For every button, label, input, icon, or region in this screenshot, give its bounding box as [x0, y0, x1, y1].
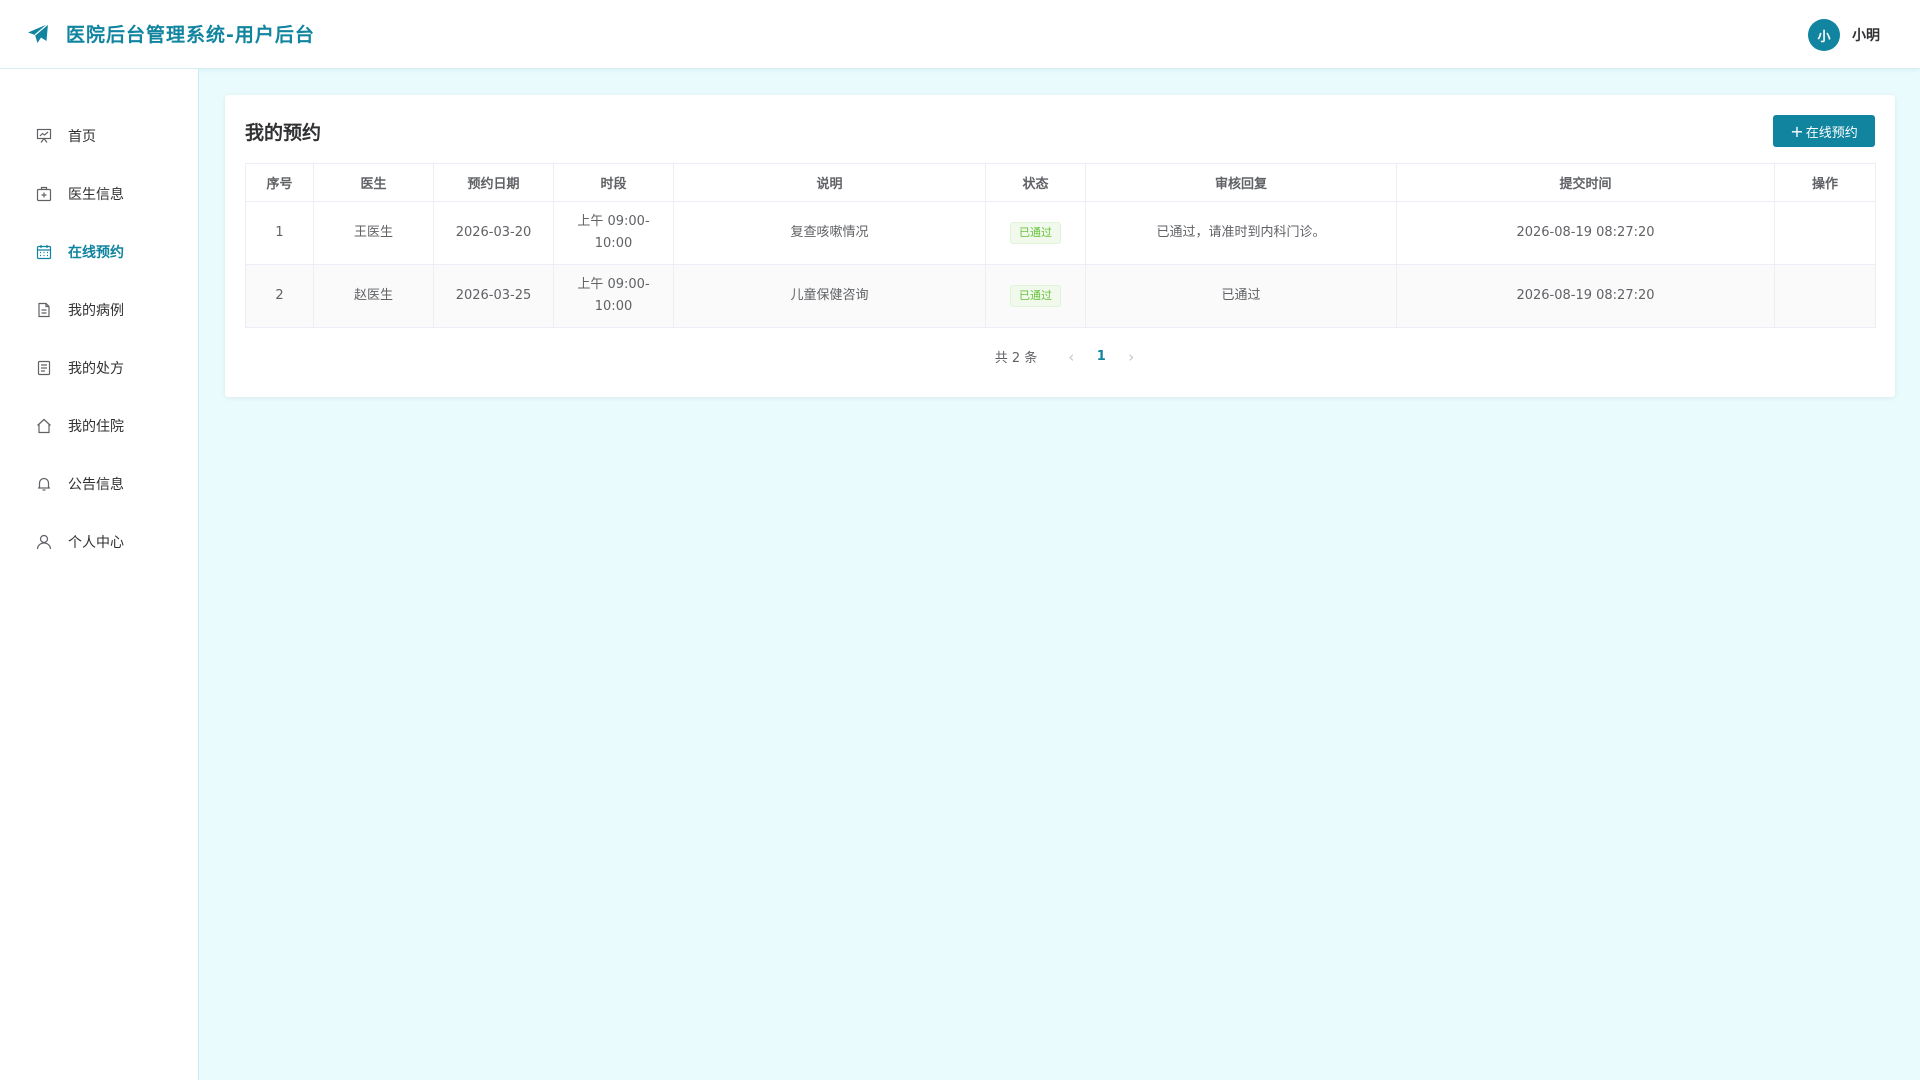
cell-actions: [1774, 201, 1876, 265]
cell-submitted: 2026-08-19 08:27:20: [1396, 201, 1775, 265]
sidebar-item-label: 首页: [68, 129, 96, 145]
sidebar: 首页 医生信息 在线预约 我的病例 我的处方 我的住院 公告信息 个人中心: [0, 69, 199, 1080]
sidebar-item-label: 我的住院: [68, 419, 124, 435]
house-icon: [35, 417, 53, 435]
sidebar-item-appointment[interactable]: 在线预约: [0, 232, 198, 272]
app-title: 医院后台管理系统-用户后台: [66, 24, 315, 46]
document-icon: [35, 301, 53, 319]
cell-index: 1: [245, 201, 314, 265]
column-header: 说明: [673, 163, 986, 202]
cell-reply: 已通过，请准时到内科门诊。: [1085, 201, 1397, 265]
cell-period: 上午 09:00- 10:00: [553, 264, 674, 328]
medical-kit-icon: [35, 185, 53, 203]
cell-description: 儿童保健咨询: [673, 264, 986, 328]
table-header-row: 序号 医生 预约日期 时段 说明 状态 审核回复 提交时间 操作: [245, 163, 1876, 202]
sidebar-item-prescriptions[interactable]: 我的处方: [0, 348, 198, 388]
avatar[interactable]: 小: [1808, 19, 1840, 51]
sidebar-item-label: 个人中心: [68, 535, 124, 551]
chevron-right-icon[interactable]: ›: [1117, 348, 1145, 366]
page-title: 我的预约: [245, 122, 322, 144]
period-end: 10:00: [594, 299, 633, 314]
column-header: 医生: [313, 163, 434, 202]
chevron-left-icon[interactable]: ‹: [1057, 348, 1085, 366]
period-end: 10:00: [594, 236, 633, 251]
top-header: 医院后台管理系统-用户后台 小 小明: [0, 0, 1920, 69]
column-header: 提交时间: [1396, 163, 1775, 202]
sidebar-item-home[interactable]: 首页: [0, 116, 198, 156]
cell-date: 2026-03-25: [433, 264, 554, 328]
user-icon: [35, 533, 53, 551]
sidebar-item-label: 医生信息: [68, 187, 124, 203]
bell-icon: [35, 475, 53, 493]
sidebar-item-label: 我的处方: [68, 361, 124, 377]
column-header: 审核回复: [1085, 163, 1397, 202]
table-row[interactable]: 2 赵医生 2026-03-25 上午 09:00- 10:00 儿童保健咨询 已…: [245, 264, 1876, 328]
cell-description: 复查咳嗽情况: [673, 201, 986, 265]
sidebar-item-notices[interactable]: 公告信息: [0, 464, 198, 504]
sidebar-item-label: 公告信息: [68, 477, 124, 493]
cell-doctor: 赵医生: [313, 264, 434, 328]
sidebar-item-records[interactable]: 我的病例: [0, 290, 198, 330]
plus-icon: +: [1790, 121, 1804, 141]
list-document-icon: [35, 359, 53, 377]
cell-status: 已通过: [985, 264, 1086, 328]
column-header: 状态: [985, 163, 1086, 202]
sidebar-item-label: 在线预约: [68, 245, 124, 261]
calendar-icon: [35, 243, 53, 261]
cell-doctor: 王医生: [313, 201, 434, 265]
add-appointment-button[interactable]: + 在线预约: [1773, 115, 1875, 147]
appointments-card: 我的预约 + 在线预约 序号 医生 预约日期 时段 说明 状态 审核回复 提交时间…: [225, 95, 1895, 397]
paper-plane-icon: [28, 23, 49, 43]
cell-period: 上午 09:00- 10:00: [553, 201, 674, 265]
column-header: 预约日期: [433, 163, 554, 202]
cell-date: 2026-03-20: [433, 201, 554, 265]
cell-reply: 已通过: [1085, 264, 1397, 328]
sidebar-item-label: 我的病例: [68, 303, 124, 319]
status-badge: 已通过: [1010, 222, 1061, 244]
sidebar-item-profile[interactable]: 个人中心: [0, 522, 198, 562]
cell-submitted: 2026-08-19 08:27:20: [1396, 264, 1775, 328]
column-header: 序号: [245, 163, 314, 202]
appointments-table: 序号 医生 预约日期 时段 说明 状态 审核回复 提交时间 操作 1 王医生 2…: [245, 163, 1876, 328]
pagination: 共 2 条 ‹ 1 ›: [225, 347, 1895, 367]
cell-index: 2: [245, 264, 314, 328]
column-header: 时段: [553, 163, 674, 202]
pagination-total: 共 2 条: [994, 351, 1038, 366]
sidebar-item-doctors[interactable]: 医生信息: [0, 174, 198, 214]
status-badge: 已通过: [1010, 285, 1061, 307]
column-header: 操作: [1774, 163, 1876, 202]
table-row[interactable]: 1 王医生 2026-03-20 上午 09:00- 10:00 复查咳嗽情况 已…: [245, 201, 1876, 265]
presentation-chart-icon: [35, 127, 53, 145]
username[interactable]: 小明: [1852, 25, 1880, 45]
user-menu[interactable]: 小 小明: [1808, 19, 1880, 51]
sidebar-item-hospitalization[interactable]: 我的住院: [0, 406, 198, 446]
page-number-current[interactable]: 1: [1085, 349, 1117, 364]
add-appointment-label: 在线预约: [1805, 125, 1858, 141]
period-start: 上午 09:00-: [577, 214, 650, 229]
cell-actions: [1774, 264, 1876, 328]
app-logo: 医院后台管理系统-用户后台: [26, 20, 315, 47]
period-start: 上午 09:00-: [577, 277, 650, 292]
cell-status: 已通过: [985, 201, 1086, 265]
